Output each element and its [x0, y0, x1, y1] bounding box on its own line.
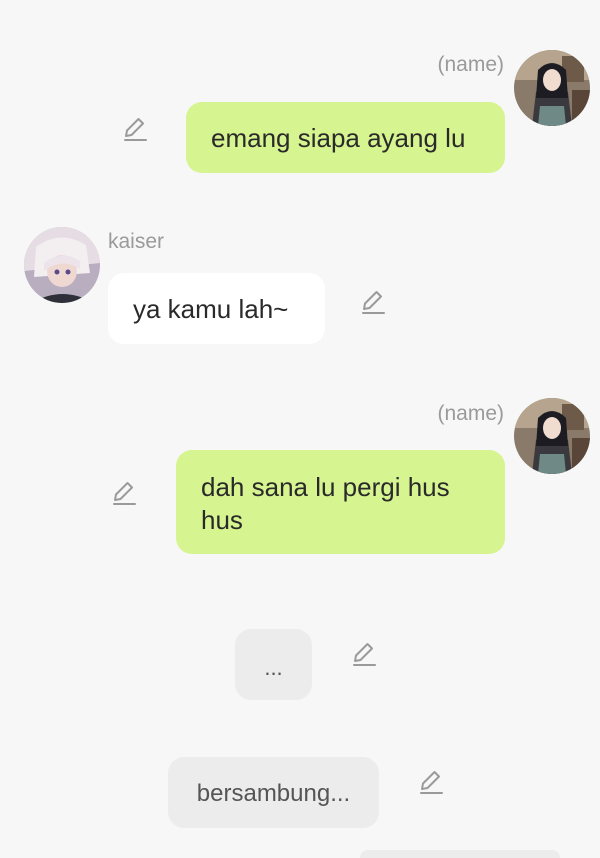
- sender-name: (name): [437, 402, 504, 425]
- message-text: ya kamu lah~: [133, 294, 289, 324]
- avatar-image: [514, 398, 590, 474]
- narration-text: ...: [264, 655, 283, 680]
- user-avatar[interactable]: [514, 50, 590, 126]
- edit-pencil-icon[interactable]: [109, 478, 137, 506]
- edit-pencil-icon[interactable]: [358, 287, 386, 315]
- message-text: dah sana lu pergi hus hus: [201, 472, 450, 535]
- message-bubble-character[interactable]: ya kamu lah~: [108, 273, 325, 344]
- user-avatar[interactable]: [514, 398, 590, 474]
- narration-bubble[interactable]: ...: [235, 629, 312, 700]
- avatar-image: [514, 50, 590, 126]
- edit-pencil-icon[interactable]: [349, 639, 377, 667]
- sender-name: (name): [437, 53, 504, 76]
- sender-name: kaiser: [108, 230, 165, 253]
- message-bubble-user[interactable]: emang siapa ayang lu: [186, 102, 505, 173]
- message-bubble-user[interactable]: dah sana lu pergi hus hus: [176, 450, 505, 554]
- edit-pencil-icon[interactable]: [416, 767, 444, 795]
- character-avatar[interactable]: [24, 227, 100, 303]
- avatar-image: [24, 227, 100, 303]
- next-bubble-edge: [360, 850, 560, 858]
- edit-pencil-icon[interactable]: [120, 114, 148, 142]
- message-text: emang siapa ayang lu: [211, 123, 466, 153]
- narration-bubble[interactable]: bersambung...: [168, 757, 379, 828]
- narration-text: bersambung...: [196, 780, 351, 807]
